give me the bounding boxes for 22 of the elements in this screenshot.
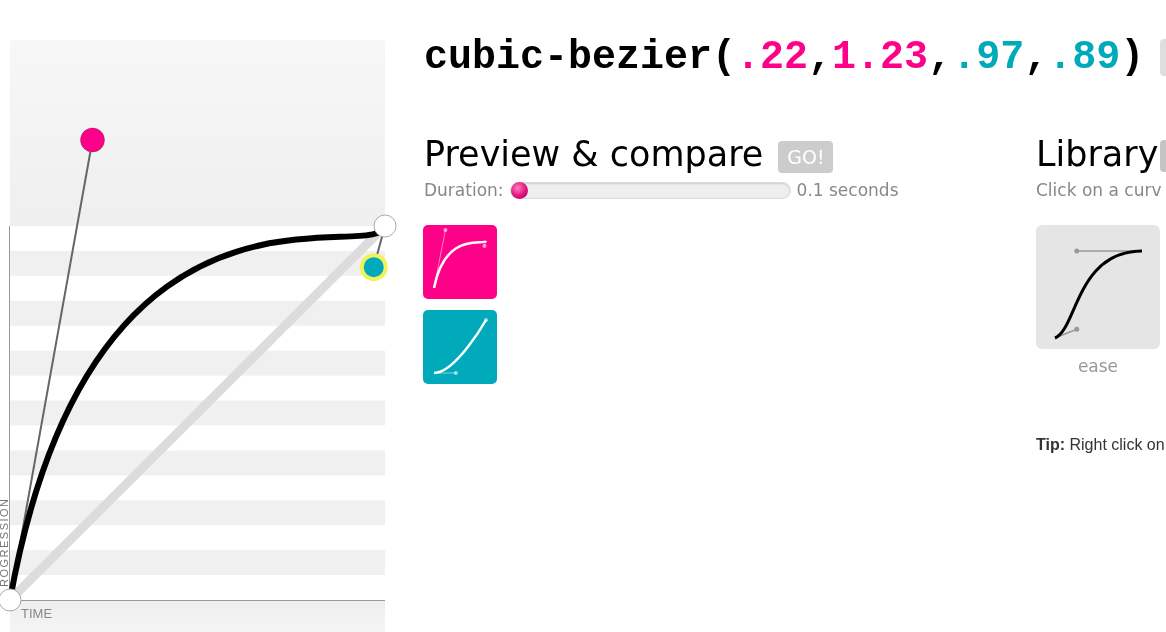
control-handle[interactable]	[80, 127, 105, 153]
clipped-button[interactable]	[1160, 39, 1166, 76]
section-heading: Preview & compare	[424, 134, 764, 175]
bezier-formula: cubic-bezier(.22,1.23,.97,.89)	[424, 35, 1145, 80]
slider-thumb[interactable]	[510, 181, 528, 199]
clipped-button[interactable]	[1160, 139, 1166, 172]
handle-line	[375, 235, 384, 257]
duration-value: 0.1 seconds	[796, 179, 899, 201]
axis-label: TIME	[21, 606, 53, 621]
curve-endpoint	[373, 214, 397, 238]
preset-name: ease	[1077, 355, 1119, 377]
curve-preview-icon	[423, 310, 497, 384]
section-heading: Library	[1036, 134, 1159, 175]
axis-label: ROGRESSION	[0, 497, 10, 587]
tip-text: Tip: Right click on	[1036, 435, 1166, 455]
curve-endpoint	[0, 588, 22, 612]
library-hint: Click on a curv	[1036, 179, 1163, 201]
curve-preset-button[interactable]	[1036, 225, 1160, 349]
duration-slider[interactable]	[509, 181, 791, 199]
duration-label: Duration:	[424, 179, 504, 201]
control-handle[interactable]	[359, 253, 388, 282]
curve-preview-icon	[423, 225, 497, 299]
